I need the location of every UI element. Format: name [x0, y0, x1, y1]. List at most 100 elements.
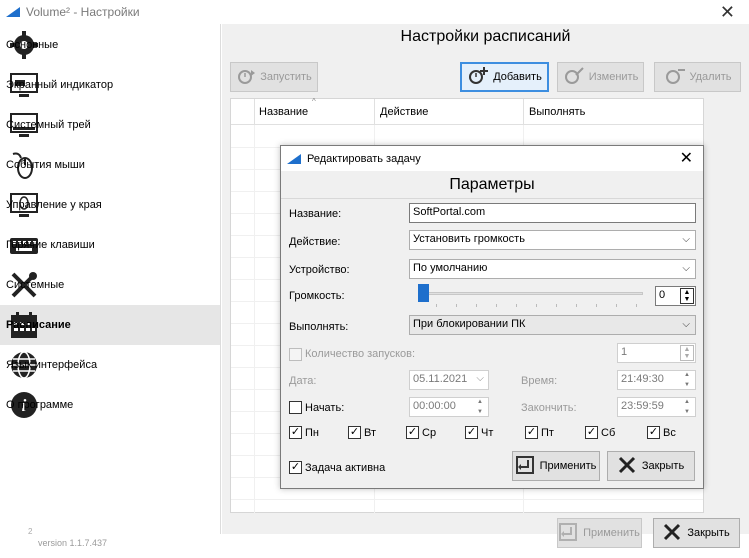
window-titlebar: Volume² - Настройки ✕ — [0, 0, 749, 24]
delete-button[interactable]: Удалить — [654, 62, 741, 92]
dialog-close-label: Закрыть — [641, 460, 685, 472]
start-time-value: 00:00:00 — [413, 400, 456, 412]
sidebar-item-mouse[interactable]: События мыши — [0, 145, 220, 185]
sidebar-item-language[interactable]: Язык интерфейса — [0, 345, 220, 385]
action-select-value: Установить громкость — [413, 233, 525, 245]
day-label: Вт — [364, 427, 377, 439]
start-time-field[interactable]: 00:00:00 ▲ ▼ — [409, 397, 489, 417]
end-time-field[interactable]: 23:59:59 ▲ ▼ — [617, 397, 696, 417]
count-checkbox[interactable] — [289, 348, 302, 361]
day-checkbox-fri[interactable]: ✓ — [525, 426, 538, 439]
column-run[interactable]: Выполнять — [529, 106, 585, 118]
time-value: 21:49:30 — [621, 373, 664, 385]
add-button-label: Добавить — [493, 71, 542, 83]
sidebar-item-schedule[interactable]: Расписание — [0, 305, 220, 345]
day-label: Пт — [541, 427, 554, 439]
volume-value: 0 — [659, 289, 666, 301]
device-select[interactable]: По умолчанию ⌵ — [409, 259, 696, 279]
dialog-heading: Параметры — [449, 176, 535, 193]
volume-stepper-icon[interactable]: ▲ ▼ — [680, 288, 694, 304]
start-label: Начать: — [305, 402, 345, 414]
column-action[interactable]: Действие — [380, 106, 428, 118]
delete-button-label: Удалить — [689, 71, 732, 83]
day-label: Ср — [422, 427, 437, 439]
count-stepper-icon[interactable]: ▲ ▼ — [680, 345, 694, 361]
dialog-close-action-button[interactable]: Закрыть — [607, 451, 695, 481]
sidebar-item-edge[interactable]: Управление у края — [0, 185, 220, 225]
name-field[interactable]: SoftPortal.com — [409, 203, 696, 223]
add-button[interactable]: Добавить — [460, 62, 549, 92]
day-label: Чт — [481, 427, 494, 439]
sidebar: Основные Экранный индикатор Системный тр… — [0, 24, 220, 534]
dialog-titlebar: Редактировать задачу ✕ — [281, 146, 703, 171]
active-checkbox[interactable]: ✓ — [289, 461, 302, 474]
sidebar-item-about[interactable]: i О программе — [0, 385, 220, 425]
action-label: Действие: — [289, 236, 341, 248]
name-label: Название: — [289, 208, 342, 220]
column-name[interactable]: Название — [259, 106, 308, 118]
sidebar-item-label: Экранный индикатор — [6, 79, 114, 91]
volume-slider-thumb[interactable] — [418, 284, 429, 302]
apply-icon — [559, 522, 578, 544]
time-field[interactable]: 21:49:30 ▲ ▼ — [617, 370, 696, 390]
sidebar-item-osd[interactable]: Экранный индикатор — [0, 65, 220, 105]
day-checkbox-mon[interactable]: ✓ — [289, 426, 302, 439]
apply-button-label: Применить — [583, 527, 640, 539]
edit-button-label: Изменить — [588, 71, 639, 83]
day-checkbox-tue[interactable]: ✓ — [348, 426, 361, 439]
sidebar-item-label: Язык интерфейса — [6, 359, 98, 371]
alarm-add-icon — [467, 66, 489, 89]
close-button-label: Закрыть — [687, 527, 730, 539]
end-time-value: 23:59:59 — [621, 400, 664, 412]
sidebar-item-general[interactable]: Основные — [0, 25, 220, 65]
start-checkbox[interactable] — [289, 401, 302, 414]
run-mode-select[interactable]: При блокировании ПК ⌵ — [409, 315, 696, 335]
version-label: version 1.1.7.437 — [38, 538, 108, 548]
day-checkbox-thu[interactable]: ✓ — [465, 426, 478, 439]
window-close-button[interactable]: ✕ — [720, 2, 735, 23]
day-label: Пн — [305, 427, 319, 439]
chevron-down-icon: ⌵ — [682, 234, 690, 245]
close-button[interactable]: Закрыть — [653, 518, 740, 548]
page-title: Настройки расписаний — [400, 28, 571, 45]
chevron-down-icon: ⌵ — [682, 263, 690, 274]
sidebar-item-system[interactable]: Системные — [0, 265, 220, 305]
end-spinner-icon[interactable]: ▲ ▼ — [681, 399, 693, 415]
apply-icon — [515, 455, 534, 477]
device-select-value: По умолчанию — [413, 262, 488, 274]
run-mode-label: Выполнять: — [289, 321, 349, 333]
active-label: Задача активна — [305, 462, 386, 474]
alarm-clock-icon — [236, 67, 256, 88]
sidebar-item-tray[interactable]: Системный трей — [0, 105, 220, 145]
volume-value-field[interactable]: 0 ▲ ▼ — [655, 286, 696, 306]
sidebar-item-hotkeys[interactable]: Горячие клавиши — [0, 225, 220, 265]
run-button-label: Запустить — [260, 71, 312, 83]
day-checkbox-sun[interactable]: ✓ — [647, 426, 660, 439]
day-checkbox-sat[interactable]: ✓ — [585, 426, 598, 439]
sidebar-divider — [220, 24, 221, 534]
apply-button[interactable]: Применить — [557, 518, 642, 548]
dialog-title: Редактировать задачу — [307, 152, 421, 165]
time-spinner-icon[interactable]: ▲ ▼ — [681, 372, 693, 388]
sidebar-item-label: События мыши — [6, 159, 85, 171]
action-select[interactable]: Установить громкость ⌵ — [409, 230, 696, 250]
device-label: Устройство: — [289, 264, 350, 276]
edit-task-dialog: Редактировать задачу ✕ Параметры Названи… — [280, 145, 704, 489]
chevron-down-icon: ⌵ — [682, 319, 690, 330]
count-value: 1 — [621, 346, 628, 358]
dialog-apply-button[interactable]: Применить — [512, 451, 600, 481]
sidebar-item-label: Основные — [6, 39, 59, 51]
start-spinner-icon[interactable]: ▲ ▼ — [474, 399, 486, 415]
date-value: 05.11.2021 — [413, 373, 468, 385]
count-field[interactable]: 1 ▲ ▼ — [617, 343, 696, 363]
day-label: Сб — [601, 427, 616, 439]
run-button[interactable]: Запустить — [230, 62, 318, 92]
sidebar-item-label: О программе — [6, 399, 74, 411]
dialog-apply-label: Применить — [539, 460, 597, 472]
date-field[interactable]: 05.11.2021 ⌵ — [409, 370, 489, 390]
sidebar-item-label: Управление у края — [6, 199, 102, 211]
day-checkbox-wed[interactable]: ✓ — [406, 426, 419, 439]
edit-button[interactable]: Изменить — [557, 62, 644, 92]
dialog-close-button[interactable]: ✕ — [680, 148, 693, 168]
volume-slider-track[interactable] — [419, 292, 643, 295]
